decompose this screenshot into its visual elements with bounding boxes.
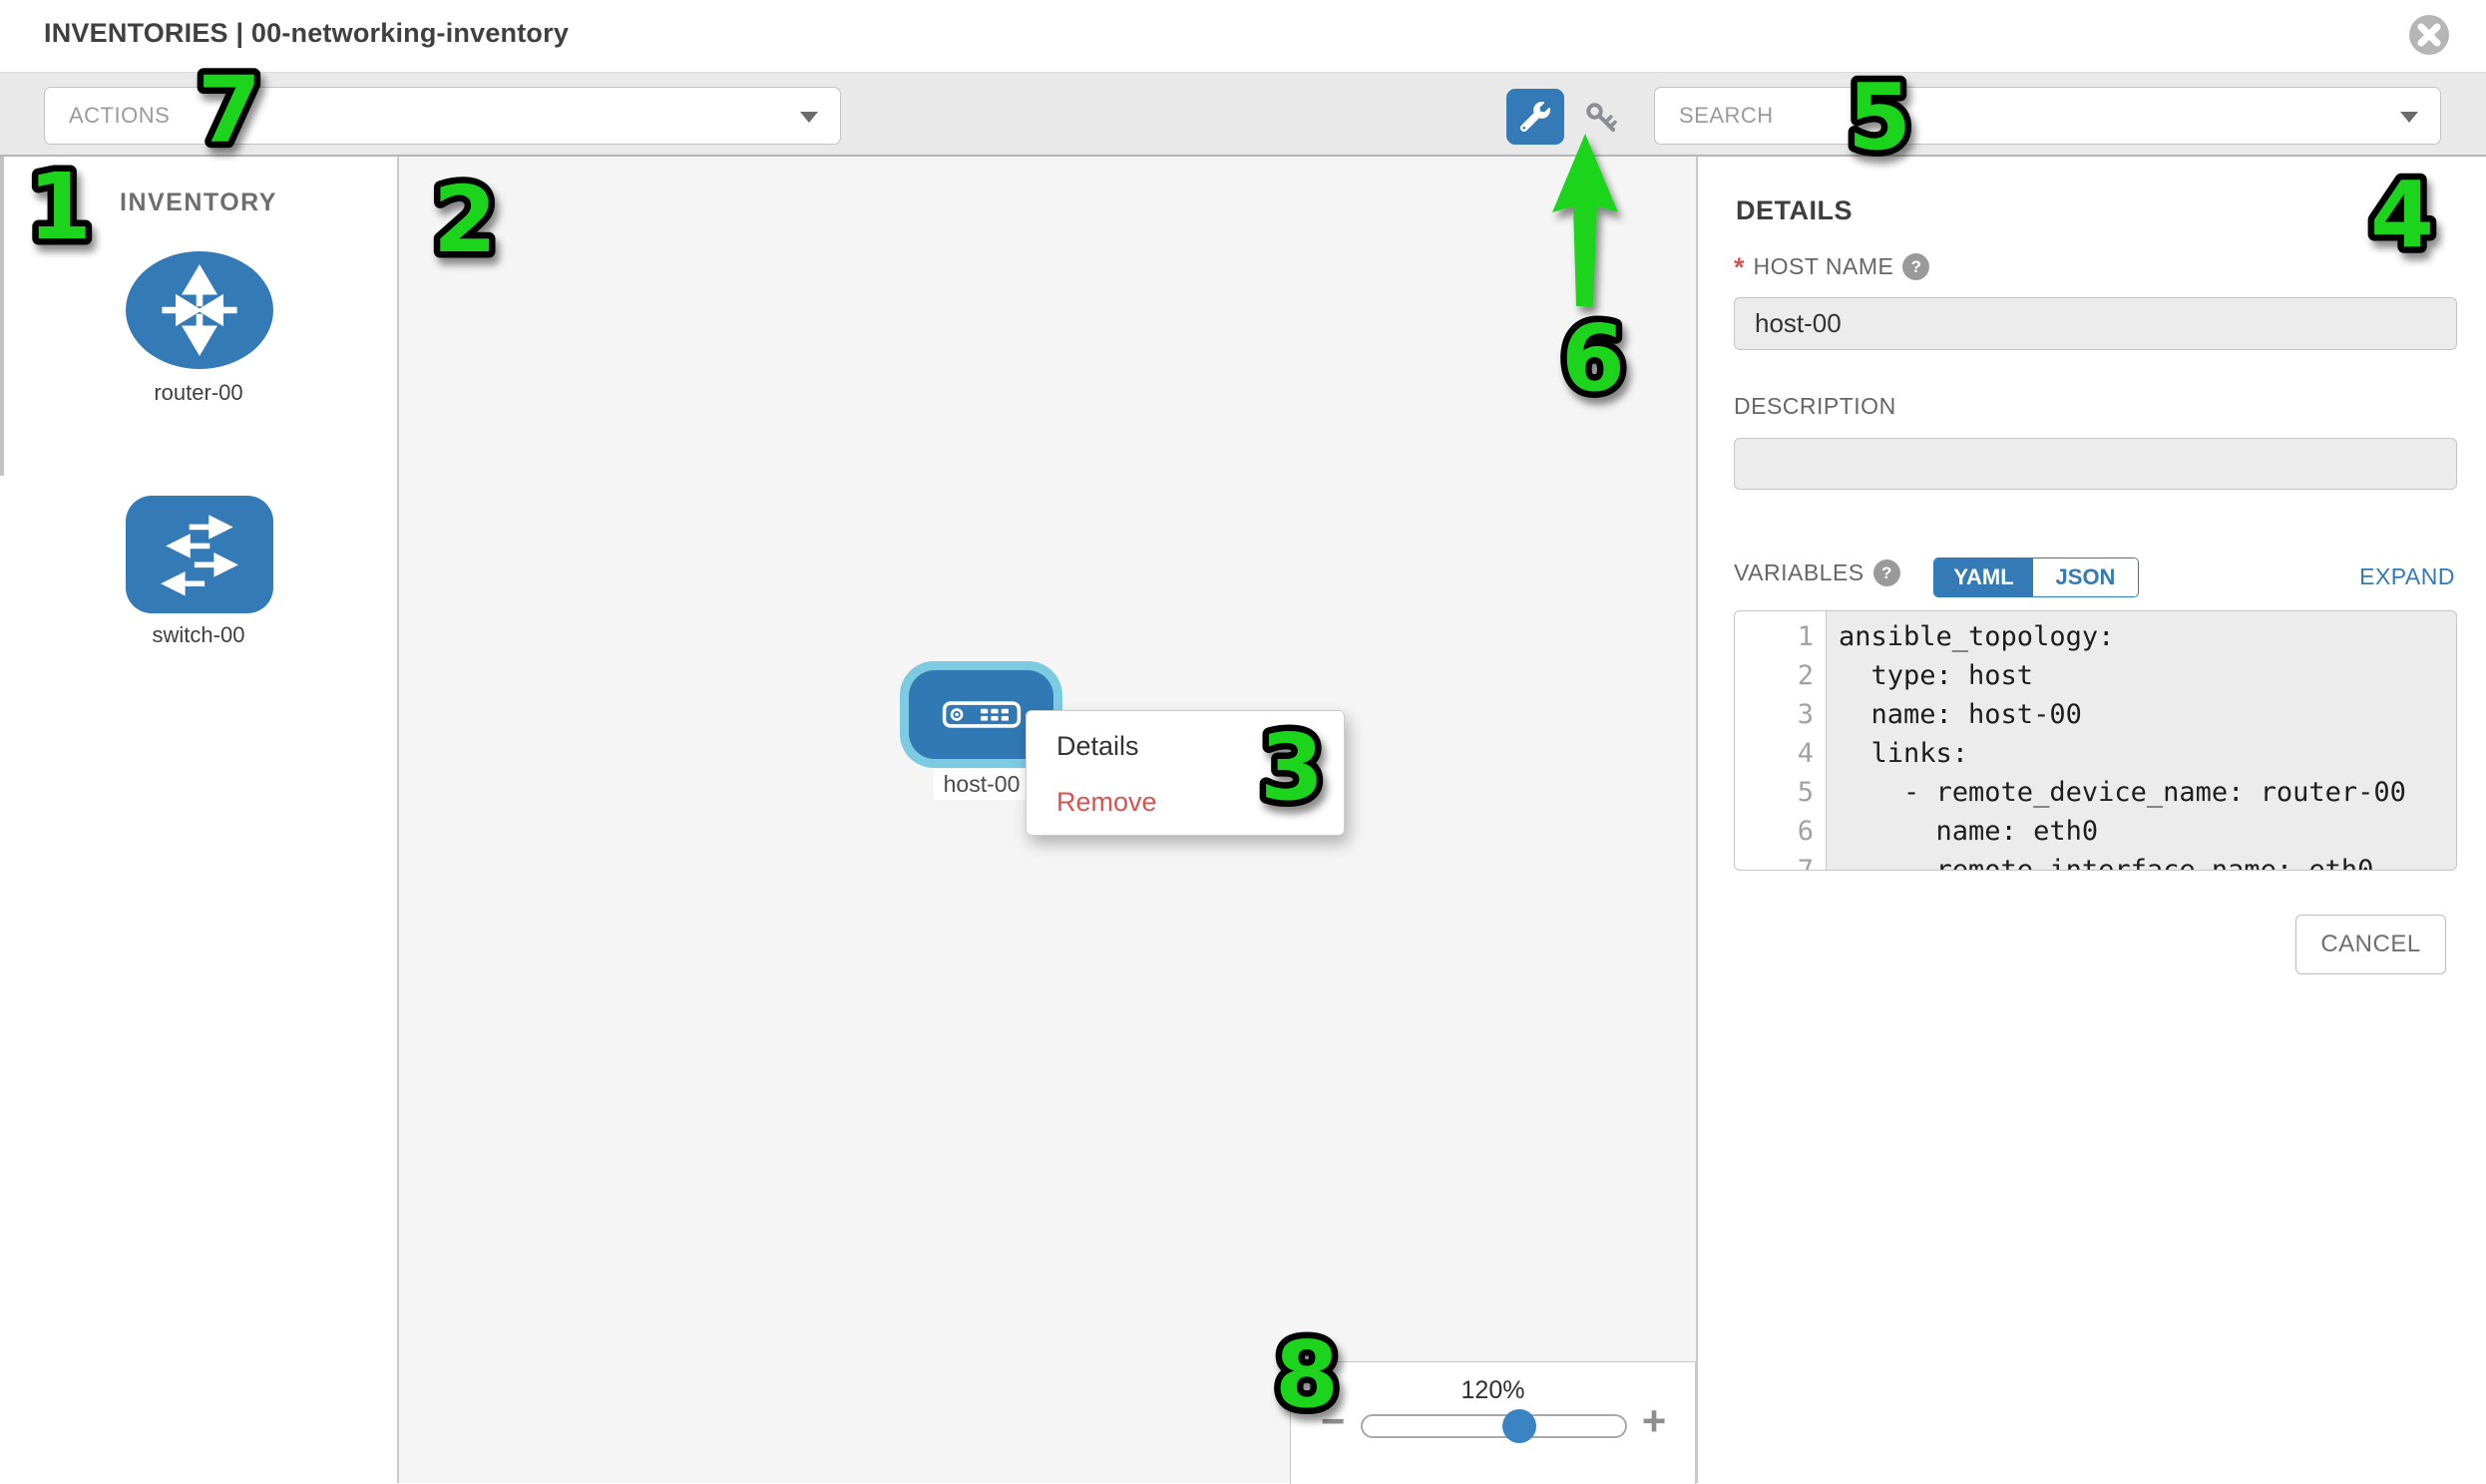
line-number: 5: [1735, 773, 1826, 812]
yaml-toggle-button[interactable]: YAML: [1934, 558, 2033, 596]
actions-dropdown-label: ACTIONS: [69, 88, 170, 144]
inventory-palette-sidebar: INVENTORY router-00: [0, 157, 399, 1483]
description-input[interactable]: [1734, 438, 2457, 490]
top-header: INVENTORIES | 00-networking-inventory: [0, 0, 2486, 72]
code-line: name: host-00: [1839, 695, 2456, 734]
zoom-slider-thumb[interactable]: [1502, 1409, 1536, 1443]
code-line: type: host: [1839, 656, 2456, 695]
description-label: DESCRIPTION: [1734, 393, 1896, 420]
palette-item-router[interactable]: [126, 251, 273, 369]
palette-item-switch[interactable]: [126, 496, 273, 613]
palette-item-router-label: router-00: [0, 380, 397, 406]
topology-canvas[interactable]: host-00 Details Remove 120% − +: [399, 157, 1696, 1483]
line-number: 3: [1735, 695, 1826, 734]
zoom-slider-track[interactable]: [1361, 1414, 1627, 1438]
line-number: 1: [1735, 617, 1826, 656]
question-circle-icon[interactable]: [1902, 253, 1929, 280]
tools-button[interactable]: [1506, 89, 1564, 145]
cancel-button[interactable]: CANCEL: [2295, 915, 2446, 974]
actions-dropdown[interactable]: ACTIONS: [44, 87, 841, 145]
palette-item-switch-label: switch-00: [0, 622, 397, 648]
host-node-label: host-00: [934, 769, 1031, 800]
zoom-in-button[interactable]: +: [1637, 1400, 1671, 1442]
palette-title: INVENTORY: [0, 188, 397, 217]
chevron-down-icon: [2400, 112, 2418, 123]
context-menu-item-remove[interactable]: Remove: [1027, 774, 1344, 830]
search-dropdown-label: SEARCH: [1679, 88, 1774, 144]
line-number: 2: [1735, 656, 1826, 695]
code-line: ansible_topology:: [1839, 617, 2456, 656]
node-context-menu: Details Remove: [1026, 710, 1345, 836]
expand-link[interactable]: EXPAND: [2359, 563, 2455, 590]
code-lines: ansible_topology: type: host name: host-…: [1827, 611, 2456, 870]
switch-icon: [152, 512, 247, 597]
required-marker: *: [1734, 257, 1745, 277]
variables-label-row: VARIABLES: [1734, 559, 1900, 586]
close-button[interactable]: [2408, 14, 2450, 56]
toolbar: ACTIONS SEARCH: [0, 72, 2486, 157]
code-line: - remote_device_name: router-00: [1839, 773, 2456, 812]
router-icon: [153, 263, 246, 357]
variables-format-toggle: YAML JSON: [1933, 557, 2139, 597]
host-name-label-row: * HOST NAME: [1734, 253, 1929, 280]
line-number: 6: [1735, 812, 1826, 851]
variables-code-editor[interactable]: 1 2 3 4 5 6 7 ansible_topology: type: ho…: [1734, 610, 2457, 871]
wrench-icon: [1520, 102, 1550, 132]
context-menu-item-details[interactable]: Details: [1027, 718, 1344, 774]
description-label-row: DESCRIPTION: [1734, 393, 1896, 420]
code-line: name: eth0: [1839, 812, 2456, 851]
zoom-control-panel: 120% − +: [1290, 1361, 1696, 1484]
search-dropdown[interactable]: SEARCH: [1654, 87, 2441, 145]
json-toggle-button[interactable]: JSON: [2033, 558, 2138, 596]
line-number: 7: [1735, 851, 1826, 871]
details-panel-title: DETAILS: [1736, 195, 1853, 226]
host-name-label: HOST NAME: [1754, 253, 1894, 280]
key-button[interactable]: [1578, 95, 1624, 141]
zoom-out-button[interactable]: −: [1316, 1400, 1350, 1442]
zoom-level-value: 120%: [1291, 1376, 1695, 1405]
main-area: INVENTORY router-00: [0, 157, 2486, 1483]
code-line: links:: [1839, 734, 2456, 773]
code-line-numbers: 1 2 3 4 5 6 7: [1735, 611, 1827, 870]
host-icon: [942, 701, 1022, 728]
page-title: INVENTORIES | 00-networking-inventory: [44, 18, 569, 49]
circle-close-icon: [2408, 14, 2450, 56]
line-number: 4: [1735, 734, 1826, 773]
key-icon: [1584, 101, 1618, 135]
variables-label: VARIABLES: [1734, 559, 1864, 586]
host-name-input[interactable]: [1734, 297, 2457, 350]
question-circle-icon[interactable]: [1873, 559, 1900, 586]
chevron-down-icon: [800, 112, 818, 123]
code-line: remote_interface_name: eth0: [1839, 851, 2456, 871]
details-panel: DETAILS * HOST NAME DESCRIPTION VARIABLE…: [1696, 157, 2486, 1483]
